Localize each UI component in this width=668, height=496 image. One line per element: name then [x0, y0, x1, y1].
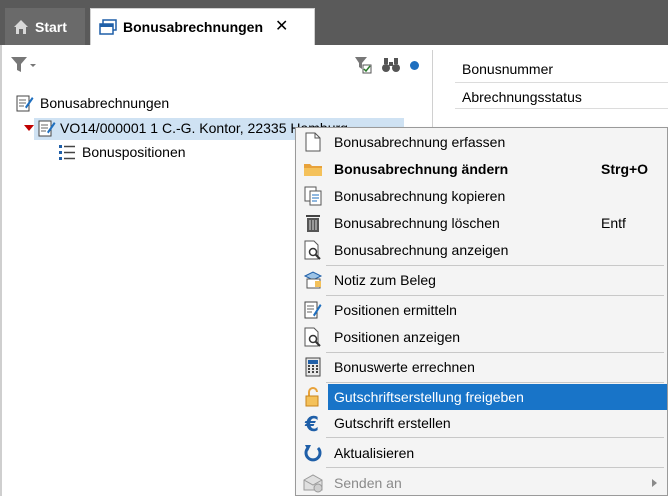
- trash-icon: [303, 213, 323, 233]
- edit-document-icon: [38, 120, 56, 137]
- filter-button[interactable]: [10, 56, 38, 77]
- menu-item-label: Bonusabrechnung löschen: [334, 215, 500, 231]
- svg-text:€: €: [304, 413, 319, 433]
- euro-icon: €: [303, 413, 323, 433]
- tab-active-label: Bonusabrechnungen: [123, 19, 264, 35]
- view-document-icon: [303, 327, 323, 347]
- binoculars-icon[interactable]: [382, 56, 400, 74]
- menu-item-label: Bonuswerte errechnen: [334, 359, 475, 375]
- menu-separator: [326, 295, 664, 296]
- menu-item-aktualisieren[interactable]: Aktualisieren: [296, 440, 667, 466]
- note-icon: [303, 270, 323, 290]
- menu-item-positionen-anzeigen[interactable]: Positionen anzeigen: [296, 324, 667, 350]
- tab-bonusabrechnungen[interactable]: Bonusabrechnungen ✕: [90, 8, 315, 45]
- menu-item-positionen-ermitteln[interactable]: Positionen ermitteln: [296, 297, 667, 323]
- edit-document-icon: [303, 300, 323, 320]
- status-dot-icon: [410, 60, 419, 70]
- view-document-icon: [303, 240, 323, 260]
- menu-item-shortcut: Entf: [601, 215, 626, 231]
- context-menu: Bonusabrechnung erfassen Bonusabrechnung…: [295, 127, 668, 496]
- menu-separator: [326, 265, 664, 266]
- menu-separator: [326, 382, 664, 383]
- menu-item-notiz[interactable]: Notiz zum Beleg: [296, 267, 667, 293]
- menu-item-label: Bonusabrechnung anzeigen: [334, 242, 509, 258]
- filter-check-icon[interactable]: [354, 56, 372, 74]
- menu-item-bonuswerte[interactable]: Bonuswerte errechnen: [296, 354, 667, 380]
- menu-separator: [326, 467, 664, 468]
- menu-item-label: Positionen anzeigen: [334, 329, 461, 345]
- field-abrechnungsstatus-label: Abrechnungsstatus: [462, 89, 582, 105]
- panel-splitter[interactable]: [432, 50, 433, 130]
- window-icon: [99, 19, 117, 35]
- menu-item-erfassen[interactable]: Bonusabrechnung erfassen: [296, 129, 667, 155]
- tab-start-label: Start: [35, 18, 67, 35]
- app-window: Start Bonusabrechnungen ✕ Bonusabrechnun…: [0, 0, 668, 496]
- divider: [455, 108, 668, 109]
- tree-child-bonuspositionen[interactable]: Bonuspositionen: [58, 143, 186, 161]
- menu-separator: [326, 437, 664, 438]
- menu-item-label: Gutschrift erstellen: [334, 415, 451, 431]
- divider: [455, 82, 668, 83]
- menu-item-label: Bonusabrechnung erfassen: [334, 134, 506, 150]
- send-mail-icon: [303, 473, 323, 493]
- expand-arrow-icon[interactable]: [24, 125, 34, 131]
- menu-item-gutschrift-erstellen[interactable]: € Gutschrift erstellen: [296, 410, 667, 436]
- menu-item-kopieren[interactable]: Bonusabrechnung kopieren: [296, 183, 667, 209]
- menu-item-anzeigen[interactable]: Bonusabrechnung anzeigen: [296, 237, 667, 263]
- menu-item-label: Bonusabrechnung ändern: [334, 161, 509, 177]
- copy-icon: [303, 186, 323, 206]
- close-icon[interactable]: ✕: [275, 19, 288, 35]
- tab-bar: Start Bonusabrechnungen ✕: [0, 0, 668, 45]
- menu-item-label: Positionen ermitteln: [334, 302, 457, 318]
- menu-item-loeschen[interactable]: Bonusabrechnung löschen Entf: [296, 210, 667, 236]
- filter-icon: [11, 57, 36, 72]
- menu-item-label: Aktualisieren: [334, 445, 415, 461]
- panel-toolbar: [354, 56, 419, 74]
- tab-start[interactable]: Start: [5, 8, 85, 45]
- tree-root[interactable]: Bonusabrechnungen: [16, 94, 169, 112]
- new-document-icon: [303, 132, 323, 152]
- submenu-arrow-icon: [652, 479, 657, 487]
- tree-child-label: Bonuspositionen: [82, 144, 186, 160]
- edit-document-icon: [16, 95, 34, 112]
- calculator-icon: [303, 357, 323, 377]
- menu-item-senden-an[interactable]: Senden an: [296, 470, 667, 495]
- menu-item-aendern[interactable]: Bonusabrechnung ändern Strg+O: [296, 156, 667, 182]
- field-bonusnummer-label: Bonusnummer: [462, 61, 554, 77]
- menu-item-label: Gutschriftserstellung freigeben: [334, 389, 524, 405]
- tree-root-label: Bonusabrechnungen: [40, 95, 170, 111]
- list-icon: [59, 145, 75, 160]
- home-icon: [14, 19, 28, 34]
- folder-icon: [303, 159, 323, 179]
- menu-item-label: Bonusabrechnung kopieren: [334, 188, 506, 204]
- menu-item-label: Notiz zum Beleg: [334, 272, 436, 288]
- menu-separator: [326, 352, 664, 353]
- menu-item-label: Senden an: [334, 475, 402, 491]
- menu-item-gutschriftserstellung-freigeben[interactable]: Gutschriftserstellung freigeben: [305, 384, 667, 410]
- refresh-icon: [303, 443, 323, 463]
- panel-border: [0, 45, 2, 496]
- unlock-icon: [303, 387, 323, 407]
- menu-item-shortcut: Strg+O: [601, 161, 649, 177]
